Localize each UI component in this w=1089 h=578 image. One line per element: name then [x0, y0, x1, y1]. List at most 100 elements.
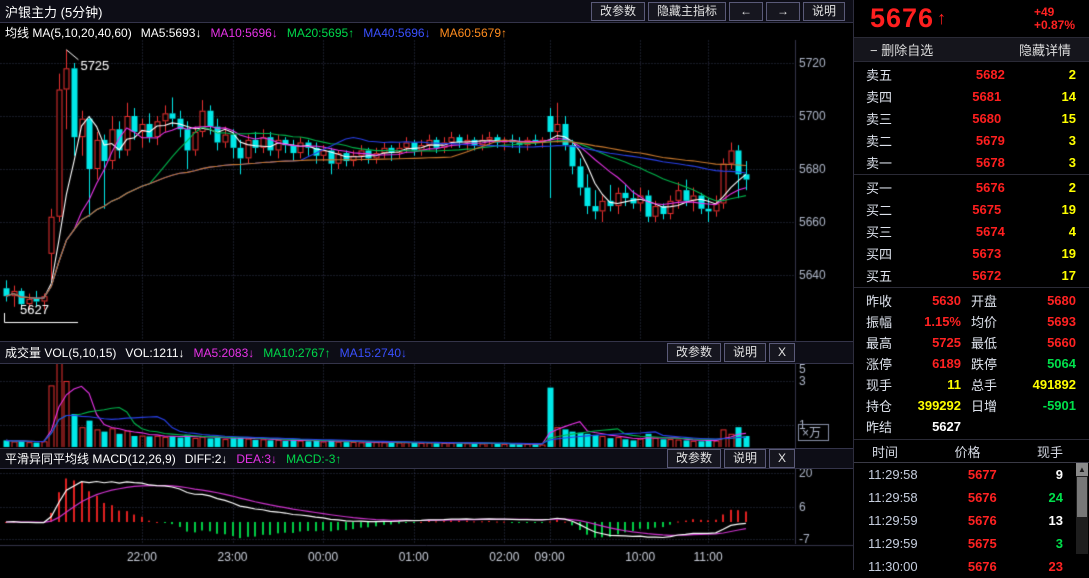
- ask-row[interactable]: 卖一56783: [854, 151, 1089, 173]
- trade-row[interactable]: 11:29:5956753: [854, 532, 1089, 555]
- scroll-thumb[interactable]: [1077, 477, 1087, 517]
- ask-row[interactable]: 卖三568015: [854, 107, 1089, 129]
- stat-label: 昨结: [866, 417, 892, 436]
- volume-panel-buttons: 改参数说明X: [667, 343, 795, 362]
- trade-time: 11:29:59: [868, 536, 949, 551]
- chart-region: 沪银主力 (5分钟) 改参数隐藏主指标←→说明 均线 MA(5,10,20,40…: [0, 0, 853, 570]
- ask-row[interactable]: 卖二56793: [854, 129, 1089, 151]
- help-button[interactable]: 说明: [724, 449, 766, 468]
- trade-price: 5676: [949, 490, 1016, 505]
- next-arrow-button[interactable]: →: [766, 2, 800, 21]
- help-button[interactable]: 说明: [724, 343, 766, 362]
- bid-row[interactable]: 买二567519: [854, 198, 1089, 220]
- bid-row[interactable]: 买五567217: [854, 264, 1089, 286]
- stat-value: 5627: [932, 419, 971, 434]
- macd-panel-header: 平滑异同平均线 MACD(12,26,9)DIFF:2↓DEA:3↓MACD:-…: [0, 448, 853, 469]
- indicator-value: VOL:1211↓: [125, 346, 184, 360]
- level-qty: 2: [1069, 67, 1076, 82]
- change-params-button[interactable]: 改参数: [667, 343, 721, 362]
- level-price: 5680: [912, 111, 1062, 126]
- last-price: 5676: [870, 3, 934, 34]
- indicator-value: MA40:5696↓: [363, 26, 430, 40]
- close-button[interactable]: X: [769, 449, 795, 468]
- stat-value: -5901: [1043, 398, 1076, 413]
- trade-row[interactable]: 11:29:58567624: [854, 486, 1089, 509]
- level-price: 5675: [912, 202, 1062, 217]
- col-price: 价格: [936, 442, 1000, 461]
- level-qty: 19: [1062, 202, 1076, 217]
- stat-label: 跌停: [971, 354, 997, 373]
- trade-row[interactable]: 11:29:5856779: [854, 463, 1089, 486]
- stat-label: 最高: [866, 333, 892, 352]
- watchlist-action-strip: − 删除自选 隐藏详情: [854, 37, 1089, 62]
- trade-row[interactable]: 11:30:00567623: [854, 555, 1089, 578]
- level-label: 卖五: [866, 65, 912, 84]
- change-params-button[interactable]: 改参数: [667, 449, 721, 468]
- trade-qty: 24: [1016, 490, 1063, 505]
- level-qty: 2: [1069, 180, 1076, 195]
- close-button[interactable]: X: [769, 343, 795, 362]
- trade-time: 11:30:00: [868, 559, 949, 574]
- macd-prefix-label: 平滑异同平均线 MACD(12,26,9): [5, 450, 176, 467]
- minus-icon: −: [870, 43, 878, 58]
- ask-row[interactable]: 卖五56822: [854, 63, 1089, 85]
- scrollbar[interactable]: ▲: [1076, 463, 1088, 554]
- indicator-value: MA15:2740↓: [340, 346, 407, 360]
- stat-cell: 均价5693: [971, 312, 1076, 331]
- stat-row: 昨结 5627: [854, 416, 1089, 437]
- bid-row[interactable]: 买四567319: [854, 242, 1089, 264]
- ask-levels: 卖五56822卖四568114卖三568015卖二56793卖一56783: [854, 62, 1089, 175]
- stat-value: 5064: [1047, 356, 1076, 371]
- ask-row[interactable]: 卖四568114: [854, 85, 1089, 107]
- trade-row[interactable]: 11:29:59567613: [854, 509, 1089, 532]
- stat-row: 昨收5630开盘5680: [854, 290, 1089, 311]
- price-up-arrow-icon: ↑: [937, 8, 946, 29]
- level-qty: 14: [1062, 89, 1076, 104]
- indicator-value: MA20:5695↑: [287, 26, 354, 40]
- level-qty: 15: [1062, 111, 1076, 126]
- stat-cell: 开盘5680: [971, 291, 1076, 310]
- indicator-value: DEA:3↓: [236, 452, 277, 466]
- level-label: 买五: [866, 266, 912, 285]
- level-price: 5672: [912, 268, 1062, 283]
- prev-arrow-button[interactable]: ←: [729, 2, 763, 21]
- scroll-up-button[interactable]: ▲: [1076, 463, 1088, 476]
- trade-time: 11:29:59: [868, 513, 949, 528]
- quote-sidebar: 5676 ↑ +49 +0.87% − 删除自选 隐藏详情 卖五56822卖四5…: [853, 0, 1089, 570]
- trade-history: 时间 价格 现手 11:29:585677911:29:5856762411:2…: [854, 440, 1089, 578]
- stat-value: 5660: [1047, 335, 1076, 350]
- stat-label: 振幅: [866, 312, 892, 331]
- help-button[interactable]: 说明: [803, 2, 845, 21]
- level-label: 卖一: [866, 153, 912, 172]
- stat-value: 1.15%: [924, 314, 971, 329]
- stat-label: 开盘: [971, 291, 997, 310]
- stat-value: 491892: [1033, 377, 1076, 392]
- stat-cell: 最高5725: [866, 333, 971, 352]
- price-chart-canvas[interactable]: [0, 0, 853, 570]
- stat-row: 涨停6189跌停5064: [854, 353, 1089, 374]
- level-qty: 17: [1062, 268, 1076, 283]
- remove-watchlist-button[interactable]: − 删除自选: [870, 40, 933, 59]
- stat-row: 现手11总手491892: [854, 374, 1089, 395]
- indicator-value: MA10:2767↑: [263, 346, 330, 360]
- change-params-button[interactable]: 改参数: [591, 2, 645, 21]
- stat-label: 最低: [971, 333, 997, 352]
- hide-main-indicators-button[interactable]: 隐藏主指标: [648, 2, 726, 21]
- volume-prefix-label: 成交量 VOL(5,10,15): [5, 344, 116, 361]
- level-label: 卖四: [866, 87, 912, 106]
- level-price: 5679: [912, 133, 1069, 148]
- bid-row[interactable]: 买三56744: [854, 220, 1089, 242]
- trade-qty: 23: [1016, 559, 1063, 574]
- trade-history-header: 时间 价格 现手: [854, 440, 1089, 463]
- bid-levels: 买一56762买二567519买三56744买四567319买五567217: [854, 175, 1089, 288]
- last-price-block: 5676 ↑ +49 +0.87%: [854, 0, 1089, 37]
- macd-panel-buttons: 改参数说明X: [667, 449, 795, 468]
- trade-qty: 3: [1016, 536, 1063, 551]
- price-change: +49: [1034, 6, 1075, 19]
- symbol-title: 沪银主力 (5分钟): [5, 2, 103, 21]
- hide-details-button[interactable]: 隐藏详情: [1019, 40, 1071, 59]
- level-label: 卖二: [866, 131, 912, 150]
- trade-time: 11:29:58: [868, 490, 949, 505]
- bid-row[interactable]: 买一56762: [854, 176, 1089, 198]
- indicator-value: MACD:-3↑: [286, 452, 341, 466]
